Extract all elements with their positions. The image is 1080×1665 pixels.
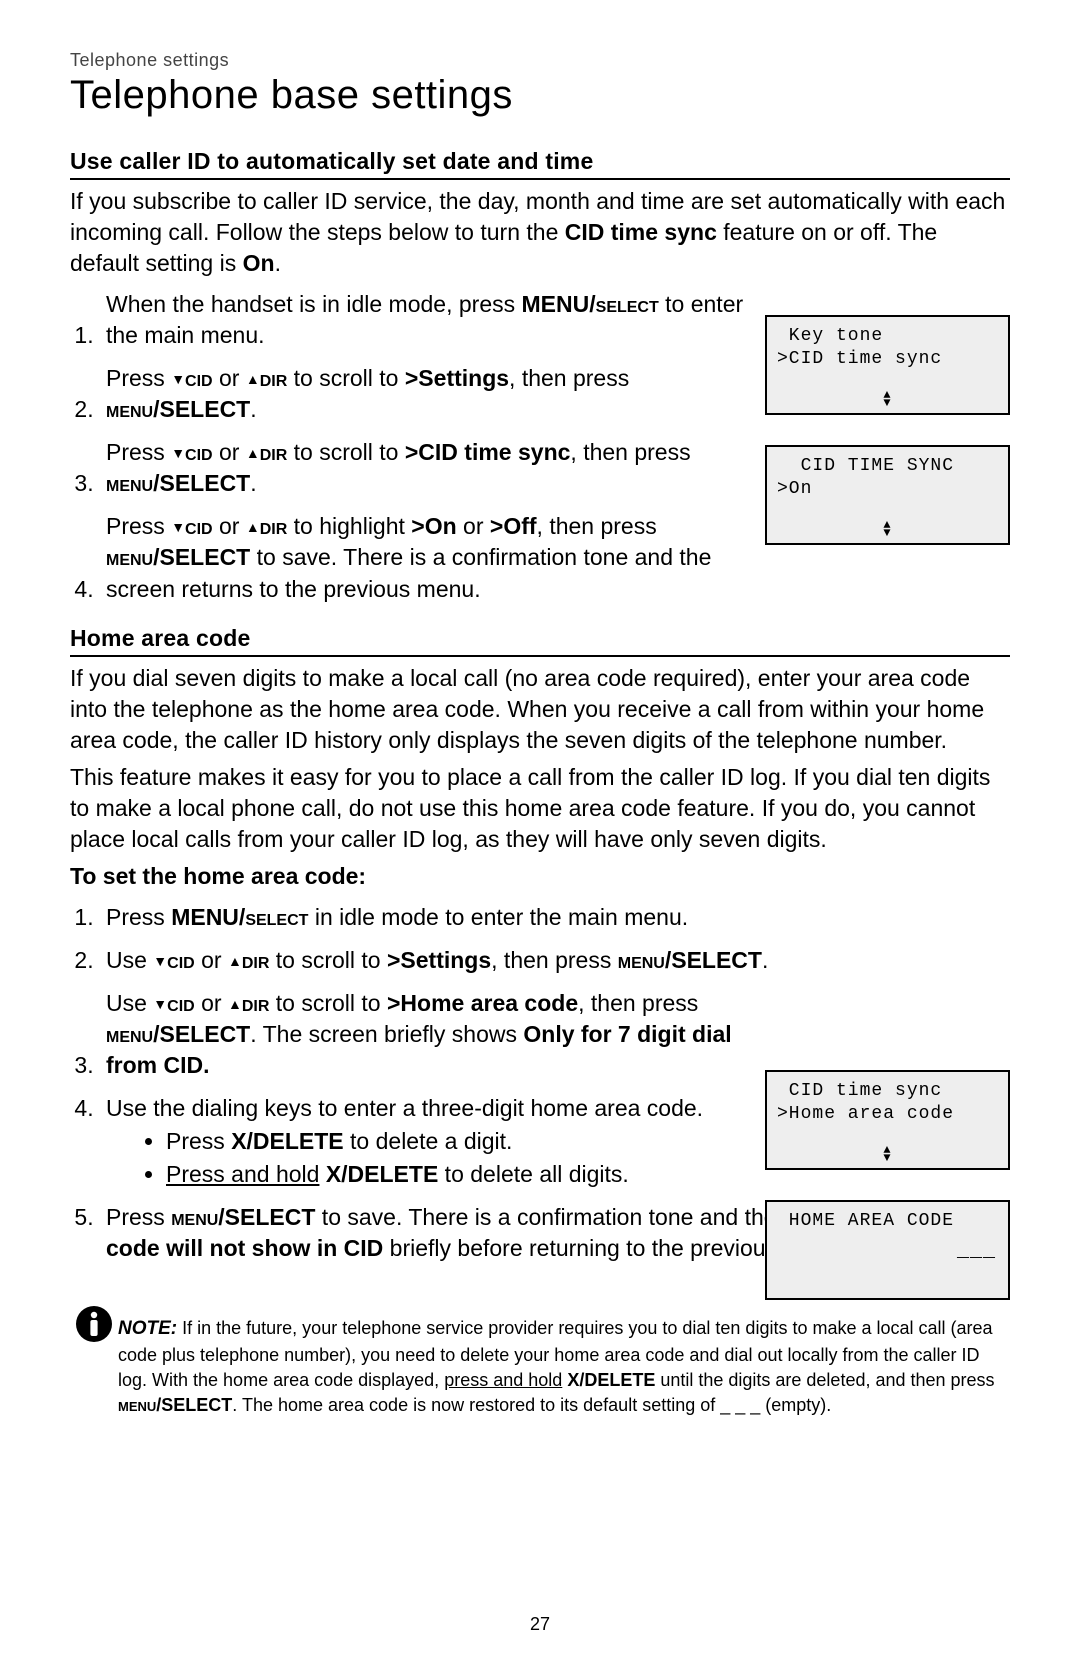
scroll-arrows-icon (767, 521, 1008, 537)
page-number: 27 (0, 1614, 1080, 1635)
up-icon (228, 990, 242, 1016)
up-icon (246, 513, 260, 539)
lcd-screen-4: HOME AREA CODE ___ (765, 1200, 1010, 1300)
note: NOTE: If in the future, your telephone s… (70, 1304, 1010, 1418)
up-icon (246, 365, 260, 391)
step: Use cid or dir to scroll to >Settings, t… (100, 945, 1010, 976)
section-intro-cid: If you subscribe to caller ID service, t… (70, 186, 1010, 279)
lcd-screen-2: CID TIME SYNC >On (765, 445, 1010, 545)
down-icon (171, 365, 185, 391)
subheading: To set the home area code: (70, 861, 1010, 892)
down-icon (171, 439, 185, 465)
down-icon (153, 947, 167, 973)
scroll-arrows-icon (767, 1146, 1008, 1162)
breadcrumb: Telephone settings (70, 50, 1010, 71)
up-icon (228, 947, 242, 973)
page-title: Telephone base settings (70, 73, 1010, 118)
section-heading-cid: Use caller ID to automatically set date … (70, 148, 1010, 180)
step: Use cid or dir to scroll to >Home area c… (100, 988, 1010, 1081)
info-icon (70, 1304, 118, 1351)
lcd-screen-1: Key tone >CID time sync (765, 315, 1010, 415)
scroll-arrows-icon (767, 391, 1008, 407)
para: If you dial seven digits to make a local… (70, 663, 1010, 756)
section-heading-hac: Home area code (70, 625, 1010, 657)
lcd-screen-3: CID time sync >Home area code (765, 1070, 1010, 1170)
down-icon (153, 990, 167, 1016)
step: Press MENU/select in idle mode to enter … (100, 902, 1010, 933)
down-icon (171, 513, 185, 539)
para: This feature makes it easy for you to pl… (70, 762, 1010, 855)
note-body: NOTE: If in the future, your telephone s… (118, 1304, 1010, 1418)
page: Telephone settings Telephone base settin… (0, 0, 1080, 1665)
up-icon (246, 439, 260, 465)
